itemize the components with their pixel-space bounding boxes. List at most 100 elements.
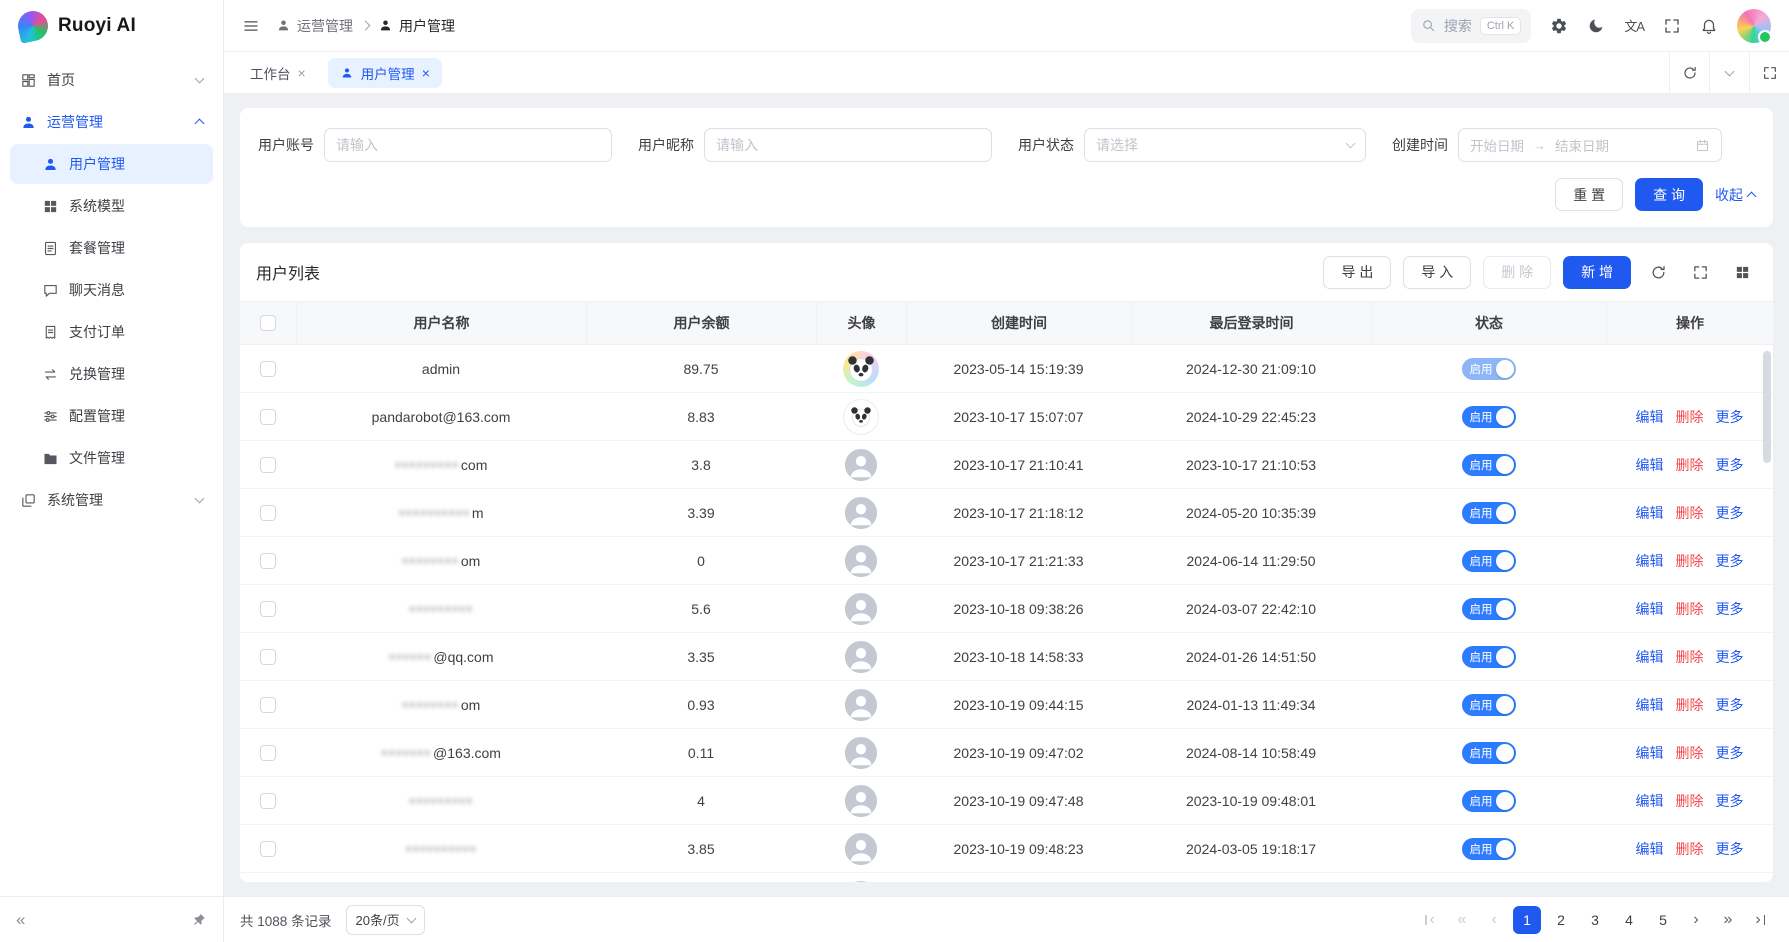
page-button[interactable]: 5 [1649, 906, 1677, 934]
close-icon[interactable] [298, 66, 306, 80]
breadcrumb-current[interactable]: 用户管理 [378, 16, 455, 36]
fullscreen-icon[interactable] [1663, 17, 1681, 35]
page-button[interactable]: 1 [1513, 906, 1541, 934]
row-checkbox[interactable] [260, 841, 276, 857]
export-button[interactable]: 导 出 [1323, 256, 1391, 289]
more-link[interactable]: 更多 [1716, 839, 1744, 859]
date-range-picker[interactable]: 开始日期 结束日期 [1458, 128, 1722, 162]
more-link[interactable]: 更多 [1716, 455, 1744, 475]
row-checkbox[interactable] [260, 361, 276, 377]
delete-link[interactable]: 删除 [1676, 503, 1704, 523]
reset-button[interactable]: 重 置 [1555, 178, 1623, 211]
edit-link[interactable]: 编辑 [1636, 599, 1664, 619]
status-toggle[interactable]: 启用 [1462, 694, 1516, 716]
dark-mode-moon-icon[interactable] [1587, 17, 1605, 35]
sidebar-item-home[interactable]: 首页 [10, 60, 213, 100]
language-translate-icon[interactable] [1624, 16, 1644, 35]
sidebar-item-operations[interactable]: 运营管理 [10, 102, 213, 142]
row-checkbox[interactable] [260, 457, 276, 473]
status-toggle[interactable]: 启用 [1462, 646, 1516, 668]
refresh-tab-icon[interactable] [1669, 52, 1709, 93]
app-logo[interactable]: Ruoyi AI [0, 0, 223, 52]
delete-link[interactable]: 删除 [1676, 791, 1704, 811]
global-search[interactable]: 搜索 Ctrl K [1411, 9, 1532, 43]
more-link[interactable]: 更多 [1716, 743, 1744, 763]
status-toggle[interactable]: 启用 [1462, 742, 1516, 764]
select-all-checkbox[interactable] [260, 315, 276, 331]
sidebar-item-user-management[interactable]: 用户管理 [10, 144, 213, 184]
row-checkbox[interactable] [260, 793, 276, 809]
sidebar-item-chat-messages[interactable]: 聊天消息 [10, 270, 213, 310]
account-input[interactable] [324, 128, 612, 162]
tab-workbench[interactable]: 工作台 [238, 58, 318, 88]
row-checkbox[interactable] [260, 505, 276, 521]
pin-icon[interactable] [191, 912, 207, 928]
nickname-input[interactable] [704, 128, 992, 162]
more-link[interactable]: 更多 [1716, 407, 1744, 427]
page-size-select[interactable]: 20条/页 [346, 905, 425, 935]
edit-link[interactable]: 编辑 [1636, 503, 1664, 523]
sidebar-item-file-management[interactable]: 文件管理 [10, 438, 213, 478]
status-toggle[interactable]: 启用 [1462, 838, 1516, 860]
edit-link[interactable]: 编辑 [1636, 407, 1664, 427]
row-checkbox[interactable] [260, 745, 276, 761]
sidebar-collapse-button[interactable] [16, 911, 25, 928]
status-toggle[interactable]: 启用 [1462, 454, 1516, 476]
hamburger-menu-icon[interactable] [242, 17, 260, 35]
delete-link[interactable]: 删除 [1676, 839, 1704, 859]
delete-link[interactable]: 删除 [1676, 455, 1704, 475]
sidebar-item-config-management[interactable]: 配置管理 [10, 396, 213, 436]
delete-link[interactable]: 删除 [1676, 599, 1704, 619]
sidebar-item-system-models[interactable]: 系统模型 [10, 186, 213, 226]
table-fullscreen-icon[interactable] [1685, 257, 1715, 287]
edit-link[interactable]: 编辑 [1636, 791, 1664, 811]
vertical-scrollbar[interactable] [1763, 351, 1771, 463]
sidebar-item-package-management[interactable]: 套餐管理 [10, 228, 213, 268]
page-button[interactable]: 3 [1581, 906, 1609, 934]
row-checkbox[interactable] [260, 697, 276, 713]
breadcrumb-section[interactable]: 运营管理 [276, 16, 353, 36]
delete-link[interactable]: 删除 [1676, 647, 1704, 667]
row-checkbox[interactable] [260, 601, 276, 617]
status-toggle[interactable]: 启用 [1462, 550, 1516, 572]
status-toggle[interactable]: 启用 [1462, 358, 1516, 380]
page-button[interactable]: 4 [1615, 906, 1643, 934]
status-toggle[interactable]: 启用 [1462, 790, 1516, 812]
edit-link[interactable]: 编辑 [1636, 839, 1664, 859]
content-fullscreen-icon[interactable] [1749, 52, 1789, 93]
more-link[interactable]: 更多 [1716, 599, 1744, 619]
delete-link[interactable]: 删除 [1676, 407, 1704, 427]
import-button[interactable]: 导 入 [1403, 256, 1471, 289]
add-button[interactable]: 新 增 [1563, 256, 1631, 289]
row-checkbox[interactable] [260, 553, 276, 569]
more-link[interactable]: 更多 [1716, 503, 1744, 523]
edit-link[interactable]: 编辑 [1636, 695, 1664, 715]
more-link[interactable]: 更多 [1716, 791, 1744, 811]
page-button[interactable]: 2 [1547, 906, 1575, 934]
row-checkbox[interactable] [260, 649, 276, 665]
tab-user-management[interactable]: 用户管理 [328, 58, 442, 88]
delete-link[interactable]: 删除 [1676, 743, 1704, 763]
sidebar-item-exchange-management[interactable]: 兑换管理 [10, 354, 213, 394]
refresh-table-icon[interactable] [1643, 257, 1673, 287]
delete-link[interactable]: 删除 [1676, 551, 1704, 571]
close-icon[interactable] [422, 66, 430, 80]
user-avatar[interactable] [1737, 9, 1771, 43]
more-link[interactable]: 更多 [1716, 551, 1744, 571]
status-select[interactable]: 请选择 [1084, 128, 1366, 162]
sidebar-item-payment-orders[interactable]: 支付订单 [10, 312, 213, 352]
edit-link[interactable]: 编辑 [1636, 647, 1664, 667]
column-settings-icon[interactable] [1727, 257, 1757, 287]
pagination-next-button[interactable] [1683, 907, 1709, 933]
edit-link[interactable]: 编辑 [1636, 743, 1664, 763]
status-toggle[interactable]: 启用 [1462, 598, 1516, 620]
notification-bell-icon[interactable] [1700, 17, 1718, 35]
delete-link[interactable]: 删除 [1676, 695, 1704, 715]
edit-link[interactable]: 编辑 [1636, 551, 1664, 571]
sidebar-item-system-management[interactable]: 系统管理 [10, 480, 213, 520]
status-toggle[interactable]: 启用 [1462, 502, 1516, 524]
more-link[interactable]: 更多 [1716, 695, 1744, 715]
row-checkbox[interactable] [260, 409, 276, 425]
status-toggle[interactable]: 启用 [1462, 406, 1516, 428]
collapse-filters-link[interactable]: 收起 [1715, 185, 1755, 205]
